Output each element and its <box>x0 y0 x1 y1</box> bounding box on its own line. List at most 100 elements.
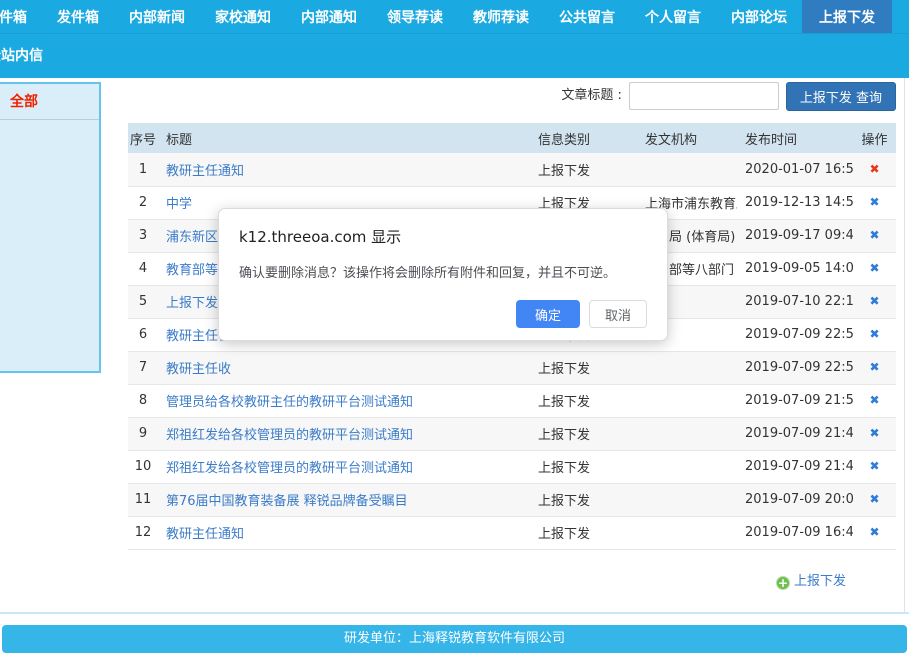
nav-item-link[interactable]: 收件箱 <box>0 0 42 33</box>
message-title-link[interactable]: 郑祖红发给各校管理员的教研平台测试通知 <box>166 428 413 443</box>
publish-time-cell: 2019-07-09 22:57 <box>737 318 853 351</box>
message-title-link[interactable]: 中学 <box>166 197 192 212</box>
publish-time-cell: 2019-07-09 21:42 <box>737 450 853 483</box>
table-row: 8 管理员给各校教研主任的教研平台测试通知 上报下发 2019-07-09 21:52… <box>128 384 896 417</box>
operation-cell: ✖ <box>853 384 896 417</box>
publish-time-cell: 2019-07-09 16:43 <box>737 516 853 549</box>
search-button[interactable]: 上报下发 查询 <box>786 82 896 111</box>
message-title-link[interactable]: 教研主任通知 <box>166 527 244 542</box>
operation-cell: ✖ <box>853 417 896 450</box>
operation-cell: ✖ <box>853 252 896 285</box>
cancel-button[interactable]: 取消 <box>589 300 647 328</box>
message-title-link[interactable]: 教研主任通知 <box>166 164 244 179</box>
message-title-link[interactable]: 浦东新区 <box>166 230 218 245</box>
nav-item-site-mail[interactable]: 全站内信 <box>0 34 43 65</box>
publish-time-cell: 2019-12-13 14:50 <box>737 186 853 219</box>
nav-item-link[interactable]: 家校通知 <box>200 0 286 33</box>
table-row: 11第76届中国教育装备展 释锐品牌备受瞩目上报下发2019-07-09 20:… <box>128 483 896 516</box>
category-cell: 上报下发 <box>530 384 637 417</box>
operation-cell: ✖ <box>853 351 896 384</box>
article-title-input[interactable] <box>629 82 779 110</box>
nav-items: 收件箱发件箱内部新闻家校通知内部通知领导荐读教师荐读公共留言个人留言内部论坛上报… <box>0 0 909 33</box>
row-number: 9 <box>128 417 158 450</box>
nav-item-link[interactable]: 个人留言 <box>630 0 716 33</box>
footer-text: 研发单位：上海释锐教育软件有限公司 <box>344 631 565 646</box>
delete-icon[interactable]: ✖ <box>869 360 879 374</box>
delete-icon[interactable]: ✖ <box>869 228 879 242</box>
publish-time-cell: 2019-07-10 22:15 <box>737 285 853 318</box>
title-cell: 郑祖红发给各校管理员的教研平台测试通知 <box>158 450 530 483</box>
category-sidebar: 全部 <box>0 82 101 373</box>
message-title-link[interactable]: 管理员给各校教研主任的教研平台测试通知 <box>166 395 413 410</box>
title-cell: 管理员给各校教研主任的教研平台测试通知 <box>158 384 530 417</box>
publish-time-cell: 2019-07-09 20:09 <box>737 483 853 516</box>
org-cell <box>637 450 737 483</box>
add-report-link[interactable]: +上报下发 <box>776 574 846 589</box>
delete-icon[interactable]: ✖ <box>869 294 879 308</box>
row-number: 7 <box>128 351 158 384</box>
nav-item-link[interactable]: 内部新闻 <box>114 0 200 33</box>
org-cell <box>637 417 737 450</box>
nav-item-link[interactable]: 内部论坛 <box>716 0 802 33</box>
browser-alert-dialog: k12.threeoa.com 显示 确认要删除消息？该操作将会删除所有附件和回… <box>218 208 668 341</box>
org-cell <box>637 153 737 186</box>
search-label: 文章标题 : <box>561 82 622 110</box>
column-header: 发文机构 <box>637 123 737 153</box>
nav-item-active[interactable]: 上报下发 <box>802 0 892 33</box>
operation-cell: ✖ <box>853 516 896 549</box>
delete-icon[interactable]: ✖ <box>869 492 879 506</box>
category-cell: 上报下发 <box>530 351 637 384</box>
row-number: 8 <box>128 384 158 417</box>
nav-item-link[interactable]: 公共留言 <box>544 0 630 33</box>
table-row: 1教研主任通知上报下发2020-01-07 16:54✖ <box>128 153 896 186</box>
delete-icon[interactable]: ✖ <box>869 261 879 275</box>
message-title-link[interactable]: 郑祖红发给各校管理员的教研平台测试通知 <box>166 461 413 476</box>
message-title-link[interactable]: 上报下发 <box>166 296 218 311</box>
message-title-link[interactable]: 第76届中国教育装备展 释锐品牌备受瞩目 <box>166 494 408 509</box>
operation-cell: ✖ <box>853 153 896 186</box>
plus-circle-icon: + <box>776 576 790 590</box>
column-header: 信息类别 <box>530 123 637 153</box>
confirm-button[interactable]: 确定 <box>516 300 580 328</box>
row-number: 12 <box>128 516 158 549</box>
content-bottom-divider <box>0 612 909 614</box>
delete-icon[interactable]: ✖ <box>869 426 879 440</box>
org-cell <box>637 516 737 549</box>
publish-time-cell: 2019-07-09 21:43 <box>737 417 853 450</box>
row-number: 2 <box>128 186 158 219</box>
column-header: 发布时间 <box>737 123 853 153</box>
delete-icon[interactable]: ✖ <box>869 525 879 539</box>
table-row: 10郑祖红发给各校管理员的教研平台测试通知上报下发2019-07-09 21:4… <box>128 450 896 483</box>
delete-icon[interactable]: ✖ <box>869 393 879 407</box>
org-cell <box>637 384 737 417</box>
message-title-link[interactable]: 教研主任收 <box>166 362 231 377</box>
nav-item-link[interactable]: 教师荐读 <box>458 0 544 33</box>
table-row: 12教研主任通知上报下发2019-07-09 16:43✖ <box>128 516 896 549</box>
message-title-link[interactable]: 教育部等 <box>166 263 218 278</box>
nav-item-link[interactable]: 发件箱 <box>42 0 114 33</box>
top-navigation: 收件箱发件箱内部新闻家校通知内部通知领导荐读教师荐读公共留言个人留言内部论坛上报… <box>0 0 909 78</box>
dialog-buttons: 确定 取消 <box>239 300 647 328</box>
publish-time-cell: 2019-07-09 21:52 <box>737 384 853 417</box>
nav-item-link[interactable]: 领导荐读 <box>372 0 458 33</box>
delete-icon[interactable]: ✖ <box>869 195 879 209</box>
category-cell: 上报下发 <box>530 417 637 450</box>
sidebar-item-all[interactable]: 全部 <box>0 84 99 120</box>
delete-icon[interactable]: ✖ <box>869 162 879 176</box>
table-row: 9 郑祖红发给各校管理员的教研平台测试通知 上报下发 2019-07-09 21:43… <box>128 417 896 450</box>
row-number: 10 <box>128 450 158 483</box>
publish-time-cell: 2019-09-17 09:45 <box>737 219 853 252</box>
add-row: +上报下发 <box>128 570 896 590</box>
title-cell: 教研主任收 <box>158 351 530 384</box>
delete-icon[interactable]: ✖ <box>869 327 879 341</box>
org-cell <box>637 483 737 516</box>
category-cell: 上报下发 <box>530 153 637 186</box>
column-header: 操作 <box>853 123 896 153</box>
delete-icon[interactable]: ✖ <box>869 459 879 473</box>
nav-item-link[interactable]: 内部通知 <box>286 0 372 33</box>
table-row: 7教研主任收上报下发2019-07-09 22:56✖ <box>128 351 896 384</box>
column-header: 序号 <box>128 123 158 153</box>
operation-cell: ✖ <box>853 219 896 252</box>
operation-cell: ✖ <box>853 285 896 318</box>
row-number: 4 <box>128 252 158 285</box>
